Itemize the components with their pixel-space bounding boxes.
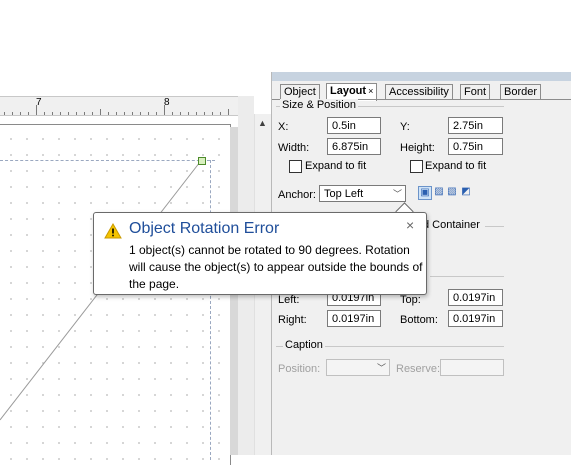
group-title-caption: Caption: [283, 339, 325, 351]
ruler-label: 8: [164, 97, 170, 108]
group-title-size-position: Size & Position: [280, 99, 358, 111]
ruler-tick: [212, 112, 213, 115]
y-label: Y:: [400, 121, 410, 133]
expand-to-fit-width-label: Expand to fit: [305, 160, 367, 172]
expand-to-fit-width-checkbox[interactable]: [289, 160, 302, 173]
width-field[interactable]: 6.875in: [327, 138, 381, 155]
ruler-tick: [172, 112, 173, 115]
expand-to-fit-height-checkbox[interactable]: [410, 160, 423, 173]
caption-reserve-field[interactable]: [440, 359, 504, 376]
x-label: X:: [278, 121, 289, 133]
ruler-tick: [76, 112, 77, 115]
group-rule: [430, 276, 504, 277]
ruler-tick: [44, 112, 45, 115]
horizontal-ruler: 78: [0, 96, 238, 116]
ruler-tick: [20, 112, 21, 115]
chevron-down-icon: ﹀: [392, 189, 402, 199]
ruler-tick: [68, 112, 69, 115]
chevron-down-icon: ﹀: [376, 363, 386, 373]
ruler-tick: [220, 112, 221, 115]
anchor-select[interactable]: Top Left ﹀: [319, 185, 406, 202]
caption-position-label: Position:: [278, 363, 321, 375]
group-rule: [485, 226, 504, 227]
width-label: Width:: [278, 142, 310, 154]
anchor-bottom-right-icon[interactable]: ◩: [460, 186, 472, 198]
ruler-tick: [132, 112, 133, 115]
ruler-tick: [52, 112, 53, 115]
ruler-label: 7: [36, 97, 42, 108]
anchor-label: Anchor:: [278, 189, 316, 201]
anchor-top-left-icon[interactable]: ▣: [418, 186, 432, 200]
y-field[interactable]: 2.75in: [448, 117, 503, 134]
ruler-tick: [228, 109, 229, 115]
warning-icon: [104, 223, 122, 239]
ruler-tick: [180, 112, 181, 115]
top-margin-field[interactable]: 0.0197in: [448, 289, 503, 306]
ruler-tick: [140, 112, 141, 115]
tab-font[interactable]: Font: [460, 84, 491, 100]
tooltip-title: Object Rotation Error: [129, 220, 280, 237]
ruler-tick: [148, 112, 149, 115]
ruler-tick: [196, 112, 197, 115]
bottom-margin-field[interactable]: 0.0197in: [448, 310, 503, 327]
ruler-tick: [12, 112, 13, 115]
ruler-tick: [4, 112, 5, 115]
ruler-tick: [124, 112, 125, 115]
top-margin-label: Top:: [400, 294, 421, 306]
ruler-tick: [84, 112, 85, 115]
tab-object[interactable]: Object: [280, 84, 320, 100]
tab-accessibility[interactable]: Accessibility: [385, 84, 453, 100]
ruler-tick: [188, 112, 189, 115]
ruler-tick: [60, 112, 61, 115]
panel-title-strip: [272, 72, 571, 81]
tab-close-icon[interactable]: ×: [368, 86, 373, 96]
ruler-tick: [92, 112, 93, 115]
rotation-handle-icon[interactable]: [198, 157, 206, 165]
ruler-tick: [28, 112, 29, 115]
expand-to-fit-height-label: Expand to fit: [425, 160, 487, 172]
caption-reserve-label: Reserve:: [396, 363, 441, 375]
height-label: Height:: [400, 142, 435, 154]
left-margin-label: Left:: [278, 294, 300, 306]
close-icon[interactable]: ×: [406, 217, 414, 233]
ruler-tick: [100, 109, 101, 115]
ruler-tick: [116, 112, 117, 115]
caption-position-select[interactable]: ﹀: [326, 359, 390, 376]
tooltip-message: 1 object(s) cannot be rotated to 90 degr…: [129, 243, 423, 291]
container-group-title: d Container: [423, 219, 480, 231]
right-margin-field[interactable]: 0.0197in: [327, 310, 381, 327]
right-margin-label: Right:: [278, 314, 307, 326]
bottom-margin-label: Bottom:: [400, 314, 438, 326]
tab-border[interactable]: Border: [500, 84, 542, 100]
ruler-tick: [156, 112, 157, 115]
scroll-up-arrow-icon[interactable]: ▲: [254, 115, 271, 131]
height-field[interactable]: 0.75in: [448, 138, 503, 155]
ruler-tick: [108, 112, 109, 115]
anchor-bottom-left-icon[interactable]: ▧: [446, 186, 458, 198]
ruler-tick: [204, 112, 205, 115]
anchor-top-right-icon[interactable]: ▨: [433, 186, 445, 198]
x-field[interactable]: 0.5in: [327, 117, 381, 134]
rotation-error-tooltip: Object Rotation Error × 1 object(s) cann…: [93, 212, 427, 295]
